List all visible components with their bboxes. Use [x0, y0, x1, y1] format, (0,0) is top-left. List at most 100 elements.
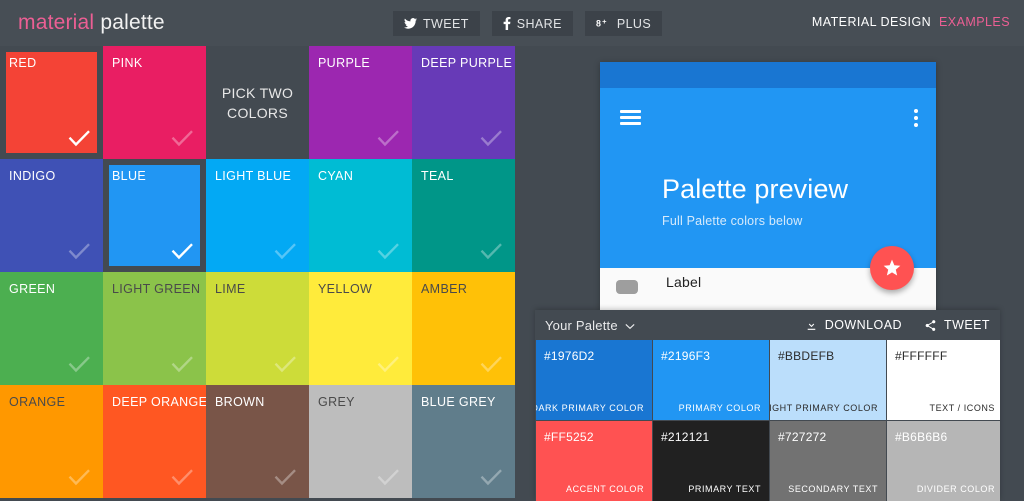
palette-swatch-role: ACCENT COLOR — [566, 484, 644, 494]
tweet-button[interactable]: TWEET — [393, 11, 480, 36]
color-tile-label: BLUE — [112, 169, 147, 183]
color-tile-pink[interactable]: PINK — [103, 46, 206, 159]
check-icon — [478, 464, 504, 490]
color-tile-label: CYAN — [318, 169, 354, 183]
palette-swatch-hex: #FF5252 — [544, 430, 594, 444]
palette-swatch-role: PRIMARY COLOR — [678, 403, 761, 413]
color-tile-blue[interactable]: BLUE — [103, 159, 206, 272]
palette-swatch-role: SECONDARY TEXT — [788, 484, 878, 494]
color-tile-lime[interactable]: LIME — [206, 272, 309, 385]
chevron-down-icon — [625, 318, 635, 333]
download-button[interactable]: DOWNLOAD — [805, 318, 902, 332]
check-icon — [169, 238, 195, 264]
color-tile-teal[interactable]: TEAL — [412, 159, 515, 272]
color-tile-label: PINK — [112, 56, 143, 70]
palette-tweet-button[interactable]: TWEET — [924, 318, 990, 332]
check-icon — [375, 351, 401, 377]
color-tile-grey[interactable]: GREY — [309, 385, 412, 498]
share-button[interactable]: SHARE — [491, 11, 573, 36]
color-tile-deep-purple[interactable]: DEEP PURPLE — [412, 46, 515, 159]
palette-swatch-hex: #BBDEFB — [778, 349, 835, 363]
svg-text:+: + — [602, 18, 607, 26]
color-tile-label: GREY — [318, 395, 355, 409]
your-palette-toggle[interactable]: Your Palette — [545, 318, 635, 333]
palette-swatch[interactable]: #B6B6B6 DIVIDER COLOR — [887, 421, 1000, 501]
check-icon — [66, 464, 92, 490]
check-icon — [272, 238, 298, 264]
twitter-icon — [404, 18, 417, 29]
preview-list-item-label: Label — [666, 274, 702, 290]
social-buttons: TWEET SHARE 8 + PLUS — [393, 11, 663, 36]
color-tile-blue-grey[interactable]: BLUE GREY — [412, 385, 515, 498]
palette-swatch[interactable]: #1976D2 DARK PRIMARY COLOR — [536, 340, 652, 420]
star-icon — [882, 258, 902, 278]
brand-palette: palette — [100, 11, 165, 34]
palette-swatch-hex: #B6B6B6 — [895, 430, 948, 444]
material-design-label: MATERIAL DESIGN — [811, 15, 932, 29]
check-icon — [272, 351, 298, 377]
check-icon — [375, 125, 401, 151]
pick-two-colors-message: PICK TWO COLORS — [206, 46, 309, 159]
palette-swatch-role: DARK PRIMARY COLOR — [536, 403, 644, 413]
color-tile-red[interactable]: RED — [0, 46, 103, 159]
palette-swatch[interactable]: #BBDEFB LIGHT PRIMARY COLOR — [770, 340, 886, 420]
color-tile-label: AMBER — [421, 282, 468, 296]
check-icon — [169, 464, 195, 490]
material-design-examples-link[interactable]: MATERIAL DESIGN EXAMPLES — [812, 15, 1010, 29]
palette-swatch[interactable]: #FF5252 ACCENT COLOR — [536, 421, 652, 501]
color-tile-label: LIME — [215, 282, 246, 296]
floating-action-button[interactable] — [870, 246, 914, 290]
palette-swatch[interactable]: #727272 SECONDARY TEXT — [770, 421, 886, 501]
color-tile-purple[interactable]: PURPLE — [309, 46, 412, 159]
check-icon — [169, 125, 195, 151]
color-tile-amber[interactable]: AMBER — [412, 272, 515, 385]
svg-text:8: 8 — [596, 19, 601, 29]
palette-tweet-label: TWEET — [944, 318, 990, 332]
palette-actions: DOWNLOAD TWEET — [805, 310, 990, 340]
color-tile-orange[interactable]: ORANGE — [0, 385, 103, 498]
more-vertical-icon[interactable] — [914, 109, 918, 127]
avatar — [616, 280, 638, 294]
color-tile-deep-orange[interactable]: DEEP ORANGE — [103, 385, 206, 498]
color-tile-brown[interactable]: BROWN — [206, 385, 309, 498]
palette-preview-card: Palette preview Full Palette colors belo… — [600, 62, 936, 310]
color-tile-label: DEEP PURPLE — [421, 56, 513, 70]
palette-swatch-role: DIVIDER COLOR — [916, 484, 995, 494]
color-tile-label: BLUE GREY — [421, 395, 496, 409]
preview-app-bar: Palette preview Full Palette colors belo… — [600, 88, 936, 290]
preview-subtitle: Full Palette colors below — [662, 214, 803, 228]
googleplus-icon: 8 + — [596, 18, 611, 29]
color-tile-label: RED — [9, 56, 37, 70]
share-button-label: SHARE — [516, 16, 562, 31]
check-icon — [375, 464, 401, 490]
color-tile-label: YELLOW — [318, 282, 373, 296]
palette-swatch-hex: #727272 — [778, 430, 827, 444]
palette-swatch-hex: #2196F3 — [661, 349, 711, 363]
color-tile-yellow[interactable]: YELLOW — [309, 272, 412, 385]
download-label: DOWNLOAD — [824, 318, 902, 332]
color-tile-label: TEAL — [421, 169, 454, 183]
color-tile-label: ORANGE — [9, 395, 66, 409]
color-tile-light-green[interactable]: LIGHT GREEN — [103, 272, 206, 385]
hamburger-icon[interactable] — [620, 110, 641, 125]
palette-swatch[interactable]: #FFFFFF TEXT / ICONS — [887, 340, 1000, 420]
color-tile-indigo[interactable]: INDIGO — [0, 159, 103, 272]
palette-swatch-role: TEXT / ICONS — [929, 403, 995, 413]
palette-swatch[interactable]: #2196F3 PRIMARY COLOR — [653, 340, 769, 420]
palette-swatch[interactable]: #212121 PRIMARY TEXT — [653, 421, 769, 501]
check-icon — [478, 238, 504, 264]
your-palette-panel: Your Palette DOWNLOAD TWEET #1976D2 DARK… — [535, 310, 1000, 501]
palette-swatch-hex: #1976D2 — [544, 349, 595, 363]
color-tile-green[interactable]: GREEN — [0, 272, 103, 385]
brand-logo[interactable]: material palette — [18, 11, 165, 35]
plus-button[interactable]: 8 + PLUS — [584, 11, 663, 36]
color-tile-light-blue[interactable]: LIGHT BLUE — [206, 159, 309, 272]
check-icon — [66, 125, 92, 151]
preview-title: Palette preview — [662, 174, 849, 204]
your-palette-label: Your Palette — [545, 317, 618, 333]
download-icon — [805, 319, 818, 332]
check-icon — [169, 351, 195, 377]
color-tile-label: DEEP ORANGE — [112, 395, 206, 409]
check-icon — [272, 464, 298, 490]
color-tile-cyan[interactable]: CYAN — [309, 159, 412, 272]
